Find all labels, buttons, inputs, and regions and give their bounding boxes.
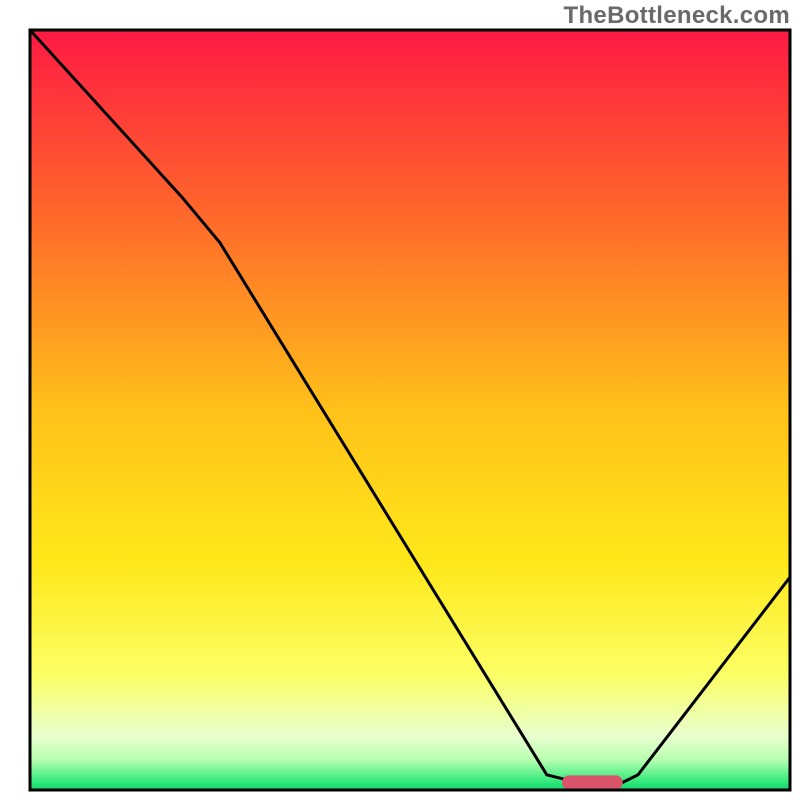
bottleneck-chart: [0, 0, 800, 800]
chart-container: TheBottleneck.com: [0, 0, 800, 800]
plot-background: [30, 30, 790, 790]
optimal-range-marker: [562, 775, 623, 789]
